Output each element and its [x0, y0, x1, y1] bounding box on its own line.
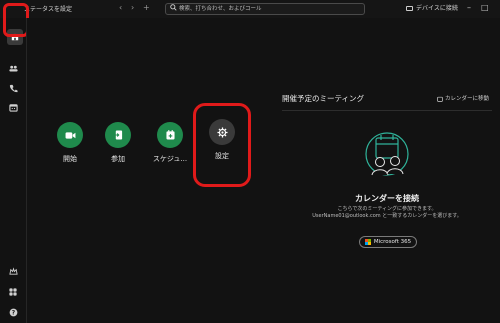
join-label: 参加	[111, 155, 125, 163]
minimize-button[interactable]: –	[467, 2, 471, 14]
sidebar-item-help[interactable]: ?	[5, 304, 21, 320]
connect-desc-line1: こちらで次のミーティングに参加できます。	[337, 206, 437, 212]
sidebar-item-team[interactable]	[5, 60, 21, 76]
go-to-calendar-label: カレンダーに移動	[445, 96, 490, 102]
add-icon[interactable]: +	[143, 2, 150, 14]
sidebar-item-whats-new[interactable]	[5, 263, 21, 279]
help-icon: ?	[9, 308, 17, 316]
status-button[interactable]: ステータスを設定	[24, 4, 72, 13]
phone-icon	[9, 84, 18, 92]
microsoft-365-button[interactable]: Microsoft 365	[359, 236, 417, 248]
calendar-connect-illustration	[365, 132, 409, 176]
title-bar: ステータスを設定 ‹ › + 検索、打ち合わせ、およびコール デバイスに接続 –…	[0, 0, 500, 18]
connect-desc-line2: UserName01@outlook.com と一致するカレンダーを選びます。	[312, 213, 462, 219]
sidebar-item-calendar[interactable]	[5, 99, 21, 115]
main-panel: 開始 参加 スケジュ... 設定 開催予定のミーティング カレンダーに移動 カレ…	[26, 18, 500, 323]
sidebar-item-apps[interactable]	[5, 284, 21, 300]
team-icon	[8, 65, 18, 71]
microsoft-365-label: Microsoft 365	[373, 239, 412, 245]
action-circle	[105, 122, 131, 148]
join-meeting-button[interactable]: 参加	[98, 122, 138, 164]
start-meeting-button[interactable]: 開始	[50, 122, 90, 164]
connect-calendar-title: カレンダーを接続	[355, 194, 419, 203]
apps-icon	[9, 288, 17, 296]
schedule-label: スケジュ...	[152, 155, 188, 163]
device-label: デバイスに接続	[416, 5, 458, 12]
microsoft-logo-icon	[364, 239, 371, 245]
search-input[interactable]: 検索、打ち合わせ、およびコール	[165, 3, 365, 15]
action-circle	[157, 122, 183, 148]
start-label: 開始	[63, 155, 77, 163]
schedule-icon	[165, 130, 175, 140]
sidebar-item-calls[interactable]	[5, 80, 21, 96]
video-icon	[65, 131, 75, 139]
join-icon	[113, 130, 122, 140]
forward-icon[interactable]: ›	[131, 2, 134, 14]
calendar-icon	[437, 96, 443, 102]
search-icon	[170, 4, 177, 15]
upcoming-meetings-title: 開催予定のミーティング	[282, 94, 365, 103]
sidebar: ?	[0, 18, 26, 323]
connect-device-button[interactable]: デバイスに接続	[406, 3, 458, 15]
settings-highlight-frame	[193, 103, 251, 187]
connect-calendar-description: こちらで次のミーティングに参加できます。 UserName01@outlook.…	[277, 206, 497, 220]
search-placeholder: 検索、打ち合わせ、およびコール	[179, 6, 262, 12]
calendar-icon	[8, 103, 18, 112]
go-to-calendar-link[interactable]: カレンダーに移動	[437, 94, 489, 102]
webex-app-window: ステータスを設定 ‹ › + 検索、打ち合わせ、およびコール デバイスに接続 –…	[0, 0, 500, 323]
device-icon	[406, 6, 413, 11]
whats-new-icon	[8, 266, 18, 275]
schedule-meeting-button[interactable]: スケジュ...	[150, 122, 190, 164]
maximize-button[interactable]: □	[481, 2, 489, 14]
action-circle	[57, 122, 83, 148]
divider	[282, 110, 492, 111]
back-icon[interactable]: ‹	[119, 2, 122, 14]
